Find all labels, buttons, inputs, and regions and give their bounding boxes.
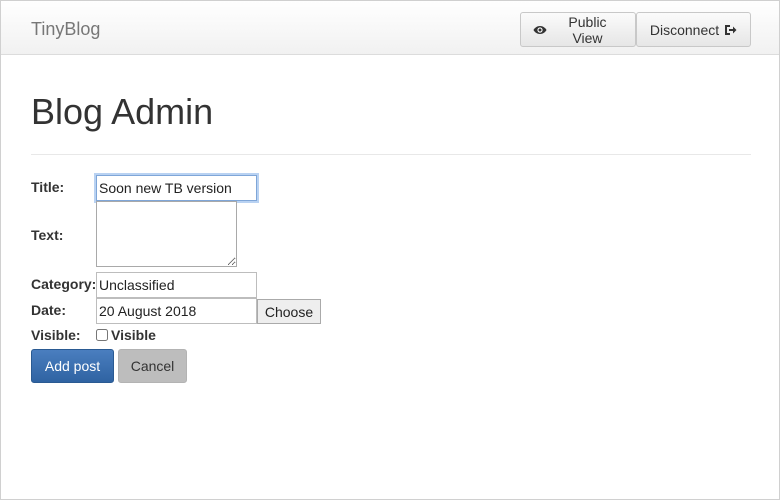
date-label: Date: — [31, 302, 67, 318]
cancel-button[interactable]: Cancel — [118, 349, 187, 383]
date-input[interactable] — [96, 298, 257, 324]
title-label: Title: — [31, 179, 65, 195]
choose-date-button[interactable]: Choose — [257, 299, 321, 324]
disconnect-label: Disconnect — [649, 21, 720, 38]
public-view-label: Public View — [568, 13, 607, 46]
visible-checkbox[interactable] — [96, 329, 108, 341]
sign-out-icon — [724, 24, 737, 36]
title-input[interactable] — [96, 175, 257, 201]
page-title: Blog Admin — [31, 91, 214, 132]
visible-checkbox-label[interactable]: Visible — [111, 327, 156, 343]
brand-logo[interactable]: TinyBlog — [31, 19, 100, 40]
eye-icon — [533, 25, 547, 35]
category-label: Category: — [31, 276, 97, 292]
text-area[interactable] — [96, 201, 237, 267]
add-post-button[interactable]: Add post — [31, 349, 114, 383]
category-input[interactable] — [96, 272, 257, 298]
disconnect-button[interactable]: Disconnect — [636, 12, 751, 47]
title-divider — [31, 154, 751, 155]
text-label: Text: — [31, 227, 64, 243]
visible-label: Visible: — [31, 327, 81, 343]
public-view-button[interactable]: Public View — [520, 12, 636, 47]
top-navbar: TinyBlog Public View Disconnect — [1, 1, 779, 55]
